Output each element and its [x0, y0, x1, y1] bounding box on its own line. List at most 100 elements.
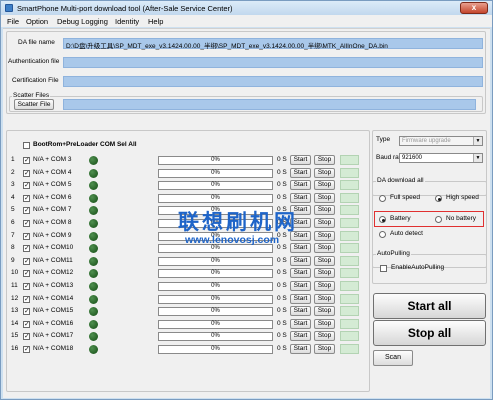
port-status-indicator — [340, 155, 359, 165]
app-window: SmartPhone Multi-port download tool (Aft… — [0, 0, 493, 400]
port-stop-button[interactable]: Stop — [314, 281, 335, 291]
menu-help[interactable]: Help — [148, 17, 163, 26]
port-start-button[interactable]: Start — [290, 344, 311, 354]
port-checkbox[interactable] — [23, 269, 30, 278]
port-stop-button[interactable]: Stop — [314, 293, 335, 304]
port-checkbox[interactable] — [23, 219, 30, 227]
baud-rate-value: 921600 — [402, 155, 423, 161]
close-button[interactable]: x — [460, 2, 488, 14]
port-checkbox[interactable] — [23, 332, 30, 341]
battery-radio[interactable] — [379, 216, 386, 223]
port-start-button[interactable]: Start — [290, 167, 311, 178]
port-name: N/A + COM11 — [33, 256, 73, 264]
port-stop-button[interactable]: Stop — [314, 218, 335, 228]
port-stop-button[interactable]: Stop — [314, 318, 335, 329]
start-all-button[interactable]: Start all — [373, 293, 486, 319]
port-name: N/A + COM12 — [33, 269, 74, 277]
progress-bar: 0% — [158, 181, 273, 191]
bootrom-select-all-checkbox[interactable] — [23, 142, 30, 149]
port-stop-button[interactable]: Stop — [314, 243, 335, 254]
auto-detect-radio[interactable] — [379, 231, 386, 238]
da-file-path: D:\D盘\升级工具\SP_MDT_exe_v3.1424.00.00_半绑\S… — [66, 43, 388, 50]
elapsed-seconds: 0 S — [277, 269, 287, 277]
main-panel: DA file name D:\D盘\升级工具\SP_MDT_exe_v3.14… — [3, 28, 490, 398]
scatter-file-button[interactable]: Scatter File — [14, 99, 54, 110]
port-checkbox[interactable] — [23, 194, 30, 202]
port-stop-button[interactable]: Stop — [314, 167, 335, 178]
port-stop-button[interactable]: Stop — [314, 306, 335, 317]
port-start-button[interactable]: Start — [290, 331, 311, 342]
port-start-button[interactable]: Start — [290, 281, 311, 291]
scatter-group-label: Scatter Files — [12, 92, 51, 99]
port-start-button[interactable]: Start — [290, 243, 311, 254]
port-stop-button[interactable]: Stop — [314, 268, 335, 279]
port-checkbox[interactable] — [23, 307, 30, 316]
port-name: N/A + COM10 — [33, 244, 74, 252]
port-stop-button[interactable]: Stop — [314, 331, 335, 342]
port-checkbox[interactable] — [23, 257, 30, 265]
port-status-indicator — [340, 230, 359, 241]
port-start-button[interactable]: Start — [290, 180, 311, 191]
port-stop-button[interactable]: Stop — [314, 205, 335, 216]
battery-label: Battery — [390, 215, 411, 222]
enable-autopulling-checkbox[interactable] — [380, 265, 387, 272]
port-checkbox[interactable] — [23, 169, 30, 177]
port-checkbox[interactable] — [23, 295, 30, 303]
auth-file-field[interactable] — [63, 57, 483, 68]
port-start-button[interactable]: Start — [290, 268, 311, 279]
menu-debug-logging[interactable]: Debug Logging — [57, 17, 108, 26]
full-speed-radio[interactable] — [379, 195, 386, 202]
port-checkbox[interactable] — [23, 156, 30, 164]
port-start-button[interactable]: Start — [290, 192, 311, 203]
no-battery-radio[interactable] — [435, 216, 442, 223]
progress-bar: 0% — [158, 256, 273, 266]
port-start-button[interactable]: Start — [290, 306, 311, 317]
port-stop-button[interactable]: Stop — [314, 180, 335, 191]
port-stop-button[interactable]: Stop — [314, 192, 335, 203]
progress-text: 0% — [211, 295, 220, 302]
scan-button[interactable]: Scan — [373, 350, 413, 366]
status-led-icon — [89, 256, 98, 266]
type-select-value: Firmware upgrade — [402, 138, 451, 144]
stop-all-button[interactable]: Stop all — [373, 320, 486, 346]
port-stop-button[interactable]: Stop — [314, 344, 335, 354]
port-checkbox[interactable] — [23, 320, 30, 328]
port-name: N/A + COM13 — [33, 282, 74, 289]
port-start-button[interactable]: Start — [290, 155, 311, 165]
port-start-button[interactable]: Start — [290, 318, 311, 329]
da-file-field[interactable]: D:\D盘\升级工具\SP_MDT_exe_v3.1424.00.00_半绑\S… — [63, 38, 483, 50]
port-number: 10 — [11, 269, 19, 277]
port-number: 9 — [11, 256, 15, 264]
port-stop-button[interactable]: Stop — [314, 230, 335, 241]
menu-file[interactable]: File — [7, 17, 19, 26]
port-start-button[interactable]: Start — [290, 255, 311, 266]
chevron-down-icon: ▼ — [473, 154, 482, 162]
progress-bar: 0% — [158, 319, 273, 329]
port-status-indicator — [340, 255, 359, 266]
high-speed-radio[interactable] — [435, 195, 442, 202]
baud-rate-select[interactable]: 921600 ▼ — [399, 153, 483, 163]
port-checkbox[interactable] — [23, 244, 30, 253]
port-checkbox[interactable] — [23, 206, 30, 215]
port-checkbox[interactable] — [23, 282, 30, 290]
menu-option[interactable]: Option — [26, 17, 48, 26]
port-status-indicator — [340, 318, 359, 329]
port-checkbox[interactable] — [23, 232, 30, 240]
status-led-icon — [89, 332, 98, 342]
port-name: N/A + COM17 — [33, 332, 74, 340]
cert-file-field[interactable] — [63, 76, 483, 87]
scatter-file-field[interactable] — [63, 99, 476, 110]
progress-text: 0% — [211, 320, 220, 327]
port-row: 2 N/A + COM 4 0% 0 SStartStop — [9, 167, 369, 179]
port-stop-button[interactable]: Stop — [314, 255, 335, 266]
port-stop-button[interactable]: Stop — [314, 155, 335, 165]
port-checkbox[interactable] — [23, 181, 30, 190]
port-row: 11 N/A + COM13 0% 0 SStartStop — [9, 281, 369, 292]
menu-identity[interactable]: Identity — [115, 17, 139, 26]
type-label: Type — [376, 136, 391, 143]
type-select[interactable]: Firmware upgrade ▼ — [399, 136, 483, 146]
port-checkbox[interactable] — [23, 345, 30, 353]
progress-text: 0% — [211, 257, 220, 264]
port-start-button[interactable]: Start — [290, 293, 311, 304]
port-name: N/A + COM 3 — [33, 156, 72, 163]
